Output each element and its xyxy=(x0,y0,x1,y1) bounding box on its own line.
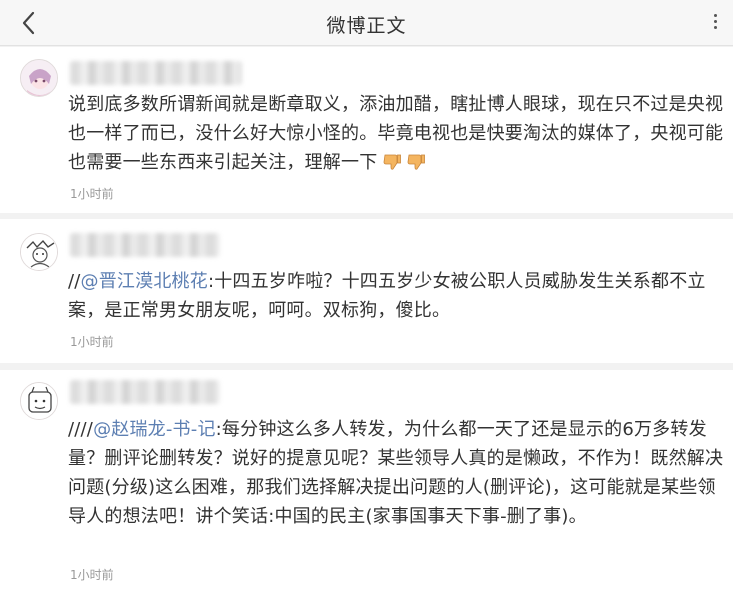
comment-text: //@晋江漠北桃花:十四五岁咋啦？十四五岁少女被公职人员威胁发生关系都不立案，是… xyxy=(68,267,728,325)
cartoon-avatar-image xyxy=(21,383,57,419)
comment-text: 说到底多数所谓新闻就是断章取义，添油加醋，瞎扯博人眼球，现在只不过是央视也一样了… xyxy=(68,90,728,177)
more-options-button[interactable] xyxy=(707,14,723,34)
comment-item: ////@赵瑞龙-书-记:每分钟这么多人转发，为什么都一天了还是显示的6万多转发… xyxy=(0,370,733,592)
user-mention-link[interactable]: @赵瑞龙-书-记 xyxy=(93,419,216,440)
more-vertical-icon xyxy=(707,14,723,29)
sketch-avatar-image xyxy=(21,234,57,270)
avatar[interactable] xyxy=(20,59,58,97)
username-blurred[interactable] xyxy=(70,61,242,85)
username-blurred[interactable] xyxy=(70,380,220,404)
comment-item: 说到底多数所谓新闻就是断章取义，添油加醋，瞎扯博人眼球，现在只不过是央视也一样了… xyxy=(0,47,733,213)
username-blurred[interactable] xyxy=(70,233,220,257)
user-mention-link[interactable]: @晋江漠北桃花 xyxy=(81,271,208,292)
page-title: 微博正文 xyxy=(326,15,407,37)
repost-prefix: //// xyxy=(68,419,94,440)
thumbs-down-icon xyxy=(407,150,426,170)
anime-avatar-image xyxy=(21,60,57,96)
comment-timestamp: 1小时前 xyxy=(70,568,114,582)
top-navigation-bar: 微博正文 xyxy=(0,0,733,46)
avatar[interactable] xyxy=(20,233,58,271)
repost-prefix: // xyxy=(68,271,81,292)
avatar[interactable] xyxy=(20,382,58,420)
comment-text: ////@赵瑞龙-书-记:每分钟这么多人转发，为什么都一天了还是显示的6万多转发… xyxy=(68,415,728,531)
comment-timestamp: 1小时前 xyxy=(70,335,114,349)
thumbs-down-icon xyxy=(383,150,402,170)
comment-item: //@晋江漠北桃花:十四五岁咋啦？十四五岁少女被公职人员威胁发生关系都不立案，是… xyxy=(0,219,733,363)
comment-timestamp: 1小时前 xyxy=(70,187,114,201)
